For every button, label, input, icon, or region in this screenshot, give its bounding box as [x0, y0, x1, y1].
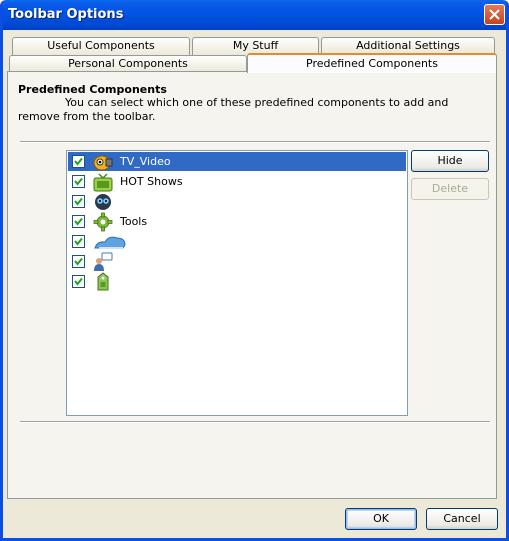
cloud-icon: [94, 236, 126, 249]
list-item[interactable]: Tools: [68, 212, 406, 232]
checkbox[interactable]: [72, 215, 85, 228]
delete-button[interactable]: Delete: [411, 178, 489, 200]
divider-top: [20, 141, 490, 143]
list-item-label: HOT Shows: [120, 175, 183, 188]
list-item[interactable]: [68, 192, 406, 211]
hot-shows-tv-icon: [93, 173, 113, 192]
tab-personal-components[interactable]: Personal Components: [9, 55, 247, 72]
list-item-label: TV_Video: [120, 155, 171, 168]
checkbox[interactable]: [72, 255, 85, 268]
section-title: Predefined Components: [18, 83, 167, 96]
window-title: Toolbar Options: [8, 7, 124, 22]
list-item[interactable]: [68, 232, 406, 251]
checkbox[interactable]: [72, 175, 85, 188]
close-icon: [489, 9, 500, 20]
ok-button[interactable]: OK: [345, 508, 417, 530]
green-tag-icon: [97, 272, 109, 291]
blue-alien-icon: [95, 194, 111, 210]
hide-button[interactable]: Hide: [411, 150, 489, 172]
title-bar[interactable]: Toolbar Options: [3, 0, 506, 30]
close-button[interactable]: [484, 4, 505, 25]
list-item-label: Tools: [120, 215, 148, 228]
components-list[interactable]: TV_Video HOT Shows Tools: [66, 150, 408, 416]
list-item[interactable]: [68, 272, 406, 291]
checkbox[interactable]: [72, 155, 85, 168]
list-item[interactable]: HOT Shows: [68, 172, 406, 192]
user-chat-icon: [94, 252, 113, 271]
tv-video-icon: [93, 155, 113, 171]
section-description: You can select which one of these predef…: [18, 96, 449, 123]
list-item[interactable]: [68, 252, 406, 271]
gear-icon: [93, 212, 113, 232]
checkbox[interactable]: [72, 195, 85, 208]
checkbox[interactable]: [72, 235, 85, 248]
checkbox[interactable]: [72, 275, 85, 288]
tab-useful-components[interactable]: Useful Components: [12, 37, 190, 55]
list-item[interactable]: TV_Video: [68, 152, 406, 171]
divider-bottom: [20, 421, 490, 423]
tab-predefined-components[interactable]: Predefined Components: [247, 53, 497, 73]
cancel-button[interactable]: Cancel: [426, 508, 498, 530]
